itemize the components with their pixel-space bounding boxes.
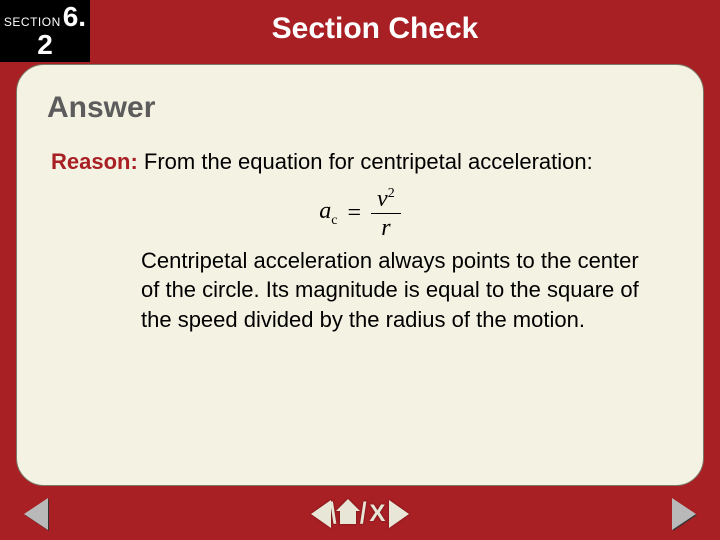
section-tab: SECTION 6. 2 xyxy=(0,0,90,62)
page-title: Section Check xyxy=(90,0,720,46)
equation: ac = v2 r xyxy=(47,187,673,240)
prev-slide-button[interactable] xyxy=(24,498,48,530)
eq-fraction: v2 r xyxy=(371,187,401,240)
eq-v: v xyxy=(377,186,388,212)
slash-icon: / xyxy=(360,497,367,531)
section-number-sub: 2 xyxy=(37,31,53,59)
eq-equals: = xyxy=(348,200,362,226)
reason-text: From the equation for centripetal accele… xyxy=(138,149,593,174)
eq-r: r xyxy=(371,214,401,240)
eq-squared: 2 xyxy=(388,186,395,201)
home-button[interactable] xyxy=(335,501,361,527)
home-body-icon xyxy=(340,510,356,524)
nav-back-icon[interactable] xyxy=(311,500,331,528)
reason-label: Reason: xyxy=(51,149,138,174)
reason-line: Reason: From the equation for centripeta… xyxy=(51,147,673,177)
header-bar: SECTION 6. 2 Section Check xyxy=(0,0,720,62)
section-number-chapter: 6. xyxy=(63,3,86,31)
answer-heading: Answer xyxy=(47,91,673,125)
content-panel: Answer Reason: From the equation for cen… xyxy=(16,64,704,486)
section-label: SECTION xyxy=(4,16,61,28)
eq-a: a xyxy=(319,198,331,224)
explanation-text: Centripetal acceleration always points t… xyxy=(141,246,653,335)
nav-cluster: \ / X xyxy=(311,497,410,531)
nav-forward-icon[interactable] xyxy=(389,500,409,528)
eq-c-subscript: c xyxy=(331,213,337,228)
close-button[interactable]: X xyxy=(365,500,389,528)
footer-nav: \ / X xyxy=(0,488,720,540)
next-slide-button[interactable] xyxy=(672,498,696,530)
